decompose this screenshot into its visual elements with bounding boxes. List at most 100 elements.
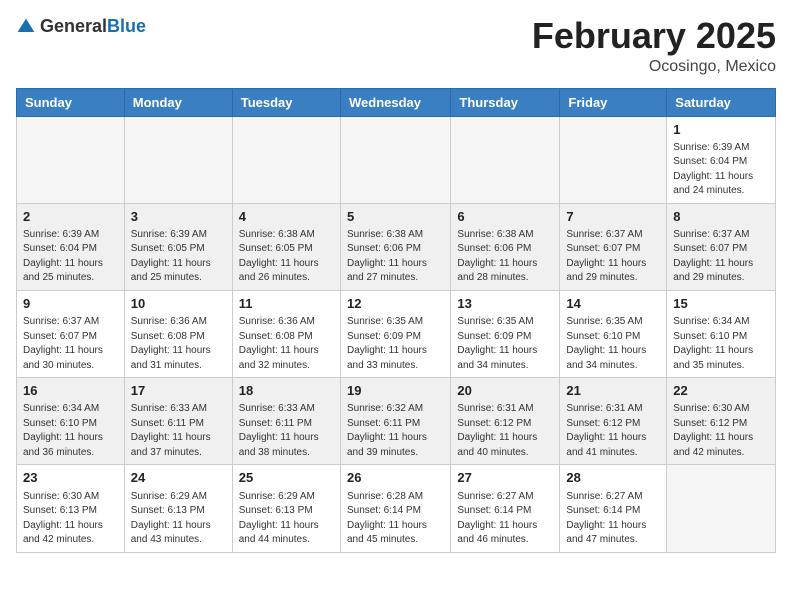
day-info: Sunrise: 6:36 AM Sunset: 6:08 PM Dayligh…: [239, 315, 334, 373]
calendar-cell: 7 Sunrise: 6:37 AM Sunset: 6:07 PM Daylig…: [560, 203, 667, 290]
day-number: 12: [347, 295, 444, 313]
calendar-cell: 17 Sunrise: 6:33 AM Sunset: 6:11 PM Dayli…: [124, 378, 232, 465]
col-header-saturday: Saturday: [667, 88, 776, 116]
day-info: Sunrise: 6:39 AM Sunset: 6:05 PM Dayligh…: [131, 228, 226, 286]
calendar-cell: 5 Sunrise: 6:38 AM Sunset: 6:06 PM Daylig…: [340, 203, 450, 290]
calendar-cell: 21 Sunrise: 6:31 AM Sunset: 6:12 PM Dayli…: [560, 378, 667, 465]
day-info: Sunrise: 6:34 AM Sunset: 6:10 PM Dayligh…: [23, 402, 118, 460]
day-number: 6: [457, 208, 553, 226]
day-info: Sunrise: 6:34 AM Sunset: 6:10 PM Dayligh…: [673, 315, 769, 373]
calendar-cell: [451, 116, 560, 203]
col-header-tuesday: Tuesday: [232, 88, 340, 116]
calendar-cell: 20 Sunrise: 6:31 AM Sunset: 6:12 PM Dayli…: [451, 378, 560, 465]
calendar-cell: 2 Sunrise: 6:39 AM Sunset: 6:04 PM Daylig…: [17, 203, 125, 290]
calendar-cell: 11 Sunrise: 6:36 AM Sunset: 6:08 PM Dayli…: [232, 290, 340, 377]
day-number: 5: [347, 208, 444, 226]
calendar-cell: 12 Sunrise: 6:35 AM Sunset: 6:09 PM Dayli…: [340, 290, 450, 377]
calendar-cell: [124, 116, 232, 203]
calendar-cell: 3Sunrise: 6:39 AM Sunset: 6:05 PM Daylig…: [124, 203, 232, 290]
day-info: Sunrise: 6:39 AM Sunset: 6:04 PM Dayligh…: [23, 228, 118, 286]
day-number: 8: [673, 208, 769, 226]
day-number: 16: [23, 382, 118, 400]
calendar-cell: [667, 465, 776, 552]
day-info: Sunrise: 6:37 AM Sunset: 6:07 PM Dayligh…: [673, 228, 769, 286]
month-title: February 2025: [532, 16, 776, 56]
day-number: 21: [566, 382, 660, 400]
calendar-cell: 26 Sunrise: 6:28 AM Sunset: 6:14 PM Dayli…: [340, 465, 450, 552]
calendar-cell: [17, 116, 125, 203]
calendar-cell: [232, 116, 340, 203]
day-number: 24: [131, 469, 226, 487]
calendar-cell: 19 Sunrise: 6:32 AM Sunset: 6:11 PM Dayli…: [340, 378, 450, 465]
calendar-cell: 27 Sunrise: 6:27 AM Sunset: 6:14 PM Dayli…: [451, 465, 560, 552]
day-info: Sunrise: 6:31 AM Sunset: 6:12 PM Dayligh…: [457, 402, 553, 460]
day-number: 7: [566, 208, 660, 226]
calendar-cell: 28 Sunrise: 6:27 AM Sunset: 6:14 PM Dayli…: [560, 465, 667, 552]
calendar-cell: 14Sunrise: 6:35 AM Sunset: 6:10 PM Dayli…: [560, 290, 667, 377]
day-info: Sunrise: 6:38 AM Sunset: 6:06 PM Dayligh…: [347, 228, 444, 286]
page-header: GeneralBlue February 2025 Ocosingo, Mexi…: [16, 16, 776, 76]
day-number: 10: [131, 295, 226, 313]
day-info: Sunrise: 6:30 AM Sunset: 6:12 PM Dayligh…: [673, 402, 769, 460]
day-info: Sunrise: 6:37 AM Sunset: 6:07 PM Dayligh…: [566, 228, 660, 286]
calendar-cell: 15Sunrise: 6:34 AM Sunset: 6:10 PM Dayli…: [667, 290, 776, 377]
col-header-thursday: Thursday: [451, 88, 560, 116]
day-info: Sunrise: 6:30 AM Sunset: 6:13 PM Dayligh…: [23, 490, 118, 548]
logo: GeneralBlue: [16, 16, 146, 37]
day-info: Sunrise: 6:37 AM Sunset: 6:07 PM Dayligh…: [23, 315, 118, 373]
day-number: 2: [23, 208, 118, 226]
calendar-cell: 4 Sunrise: 6:38 AM Sunset: 6:05 PM Daylig…: [232, 203, 340, 290]
day-number: 11: [239, 295, 334, 313]
day-info: Sunrise: 6:32 AM Sunset: 6:11 PM Dayligh…: [347, 402, 444, 460]
day-number: 9: [23, 295, 118, 313]
day-info: Sunrise: 6:27 AM Sunset: 6:14 PM Dayligh…: [457, 490, 553, 548]
col-header-friday: Friday: [560, 88, 667, 116]
day-number: 18: [239, 382, 334, 400]
day-info: Sunrise: 6:35 AM Sunset: 6:09 PM Dayligh…: [347, 315, 444, 373]
day-info: Sunrise: 6:27 AM Sunset: 6:14 PM Dayligh…: [566, 490, 660, 548]
day-info: Sunrise: 6:35 AM Sunset: 6:09 PM Dayligh…: [457, 315, 553, 373]
calendar-week-row: 9 Sunrise: 6:37 AM Sunset: 6:07 PM Daylig…: [17, 290, 776, 377]
calendar-cell: 16 Sunrise: 6:34 AM Sunset: 6:10 PM Dayli…: [17, 378, 125, 465]
calendar-header-row: SundayMondayTuesdayWednesdayThursdayFrid…: [17, 88, 776, 116]
day-number: 1: [673, 121, 769, 139]
day-info: Sunrise: 6:29 AM Sunset: 6:13 PM Dayligh…: [239, 490, 334, 548]
day-info: Sunrise: 6:33 AM Sunset: 6:11 PM Dayligh…: [131, 402, 226, 460]
day-number: 14: [566, 295, 660, 313]
logo-icon: [16, 17, 36, 37]
day-number: 28: [566, 469, 660, 487]
day-number: 26: [347, 469, 444, 487]
day-number: 23: [23, 469, 118, 487]
calendar-cell: 9 Sunrise: 6:37 AM Sunset: 6:07 PM Daylig…: [17, 290, 125, 377]
day-info: Sunrise: 6:28 AM Sunset: 6:14 PM Dayligh…: [347, 490, 444, 548]
day-info: Sunrise: 6:31 AM Sunset: 6:12 PM Dayligh…: [566, 402, 660, 460]
day-number: 20: [457, 382, 553, 400]
title-block: February 2025 Ocosingo, Mexico: [532, 16, 776, 76]
logo-wordmark: GeneralBlue: [40, 16, 146, 37]
day-number: 13: [457, 295, 553, 313]
calendar-cell: [560, 116, 667, 203]
calendar-week-row: 1Sunrise: 6:39 AM Sunset: 6:04 PM Daylig…: [17, 116, 776, 203]
day-info: Sunrise: 6:33 AM Sunset: 6:11 PM Dayligh…: [239, 402, 334, 460]
calendar-cell: 25 Sunrise: 6:29 AM Sunset: 6:13 PM Dayli…: [232, 465, 340, 552]
day-number: 27: [457, 469, 553, 487]
logo-text-general: General: [40, 16, 107, 36]
calendar-cell: 1Sunrise: 6:39 AM Sunset: 6:04 PM Daylig…: [667, 116, 776, 203]
calendar-cell: 13 Sunrise: 6:35 AM Sunset: 6:09 PM Dayli…: [451, 290, 560, 377]
day-number: 19: [347, 382, 444, 400]
calendar-cell: 23 Sunrise: 6:30 AM Sunset: 6:13 PM Dayli…: [17, 465, 125, 552]
day-number: 22: [673, 382, 769, 400]
col-header-sunday: Sunday: [17, 88, 125, 116]
location-subtitle: Ocosingo, Mexico: [532, 58, 776, 76]
day-number: 17: [131, 382, 226, 400]
calendar-table: SundayMondayTuesdayWednesdayThursdayFrid…: [16, 88, 776, 553]
calendar-cell: 18 Sunrise: 6:33 AM Sunset: 6:11 PM Dayli…: [232, 378, 340, 465]
calendar-week-row: 2 Sunrise: 6:39 AM Sunset: 6:04 PM Daylig…: [17, 203, 776, 290]
day-info: Sunrise: 6:29 AM Sunset: 6:13 PM Dayligh…: [131, 490, 226, 548]
day-number: 4: [239, 208, 334, 226]
day-info: Sunrise: 6:38 AM Sunset: 6:05 PM Dayligh…: [239, 228, 334, 286]
day-number: 25: [239, 469, 334, 487]
calendar-cell: 6Sunrise: 6:38 AM Sunset: 6:06 PM Daylig…: [451, 203, 560, 290]
calendar-cell: [340, 116, 450, 203]
logo-text-blue: Blue: [107, 16, 146, 36]
